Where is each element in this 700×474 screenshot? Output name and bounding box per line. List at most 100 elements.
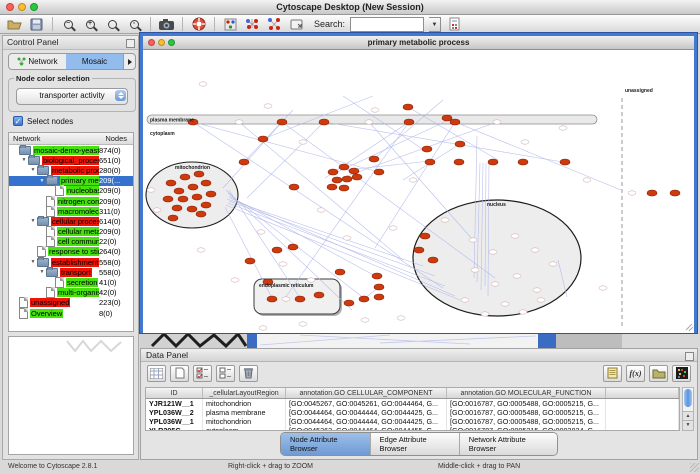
network-node-selected[interactable] xyxy=(174,188,184,194)
network-node[interactable] xyxy=(501,302,509,306)
network-node[interactable] xyxy=(365,120,373,124)
network-node[interactable] xyxy=(441,218,449,222)
table-cell[interactable]: [GO:0016787, GO:0005488, GO:0005215, G..… xyxy=(447,417,606,426)
network-node[interactable] xyxy=(491,282,499,286)
attribute-matrix-icon[interactable] xyxy=(672,365,691,382)
network-node[interactable] xyxy=(361,318,369,322)
attribute-table-icon[interactable] xyxy=(147,365,166,382)
network-node-selected[interactable] xyxy=(328,169,338,175)
network-node-selected[interactable] xyxy=(488,159,498,165)
network-node[interactable] xyxy=(513,274,521,278)
table-row[interactable]: YPL036W__2plasma membrane[GO:0044464, GO… xyxy=(146,408,679,417)
table-cell[interactable]: YLR295C xyxy=(146,426,203,431)
scroll-down-icon[interactable]: ▼ xyxy=(683,420,693,430)
vizmapper-icon[interactable] xyxy=(222,16,239,33)
network-node[interactable] xyxy=(197,248,205,252)
network-node-selected[interactable] xyxy=(428,257,438,263)
table-scrollbar[interactable]: ▲ ▼ xyxy=(682,387,694,431)
snapshot-icon[interactable] xyxy=(158,16,175,33)
network-node-selected[interactable] xyxy=(369,156,379,162)
network-canvas[interactable]: plasma membrane cytoplasm mitochondrion … xyxy=(143,50,694,333)
table-cell[interactable]: [GO:0016787, GO:0005215, GO:0003824, G..… xyxy=(447,426,606,431)
table-cell[interactable]: [GO:0045267, GO:0045261, GO:0044464, G..… xyxy=(286,399,447,409)
network-node-selected[interactable] xyxy=(194,171,204,177)
zoom-in-icon[interactable]: + xyxy=(82,16,99,33)
network-node-selected[interactable] xyxy=(201,180,211,186)
table-cell[interactable]: YPL036W__1 xyxy=(146,417,203,426)
network-node-selected[interactable] xyxy=(670,190,680,196)
network-node-selected[interactable] xyxy=(168,215,178,221)
tree-row-secretion[interactable]: secretion41(0) xyxy=(9,277,133,287)
tree-row-nitrogen-compo[interactable]: nitrogen compo209(0) xyxy=(9,196,133,206)
table-cell[interactable]: [GO:0045263, GO:0044464, GO:0044455, G..… xyxy=(286,426,447,431)
network-node-selected[interactable] xyxy=(172,205,182,211)
tree-col-nodes[interactable]: Nodes xyxy=(105,134,127,143)
network-node[interactable] xyxy=(307,278,315,282)
network-node-selected[interactable] xyxy=(339,164,349,170)
scrollbar-thumb[interactable] xyxy=(684,389,692,407)
network-node[interactable] xyxy=(371,108,379,112)
network-node-selected[interactable] xyxy=(187,206,197,212)
table-cell[interactable]: [GO:0044464, GO:0044444, GO:0044425, G..… xyxy=(286,408,447,417)
tree-row-mosaic-demo-yeast[interactable]: mosaic-demo-yeast874(0) xyxy=(9,145,133,155)
network-node-selected[interactable] xyxy=(344,300,354,306)
tab-overflow-arrow[interactable] xyxy=(123,54,135,69)
search-dropdown-button[interactable]: ▼ xyxy=(429,17,441,32)
network-node-selected[interactable] xyxy=(178,196,188,202)
network-node[interactable] xyxy=(153,208,161,212)
network-node-selected[interactable] xyxy=(403,104,413,110)
tree-header[interactable]: Network Nodes xyxy=(9,133,133,145)
network-node-selected[interactable] xyxy=(422,146,432,152)
node-color-dropdown[interactable]: transporter activity xyxy=(16,88,128,105)
network-node[interactable] xyxy=(583,178,591,182)
network-node[interactable] xyxy=(461,298,469,302)
tree-row-metabolic-process[interactable]: metabolic process280(0) xyxy=(9,165,133,175)
tab-network-attribute-browser[interactable]: Network Attribute Browser xyxy=(459,433,557,455)
select-nodes-checkbox[interactable]: ✓ xyxy=(13,116,23,126)
network-node-selected[interactable] xyxy=(289,184,299,190)
table-cell[interactable]: cytoplasm xyxy=(203,426,286,431)
search-input[interactable] xyxy=(350,17,424,32)
search-config-icon[interactable] xyxy=(446,16,463,33)
network-node-selected[interactable] xyxy=(342,176,352,182)
network-node-selected[interactable] xyxy=(258,136,268,142)
tab-edge-attribute-browser[interactable]: Edge Attribute Browser xyxy=(370,433,459,455)
network-node-selected[interactable] xyxy=(196,211,206,217)
window-titlebar[interactable]: Cytoscape Desktop (New Session) xyxy=(0,0,700,15)
network-node[interactable] xyxy=(471,268,479,272)
network-node[interactable] xyxy=(493,120,501,124)
network-node[interactable] xyxy=(549,262,557,266)
network-node[interactable] xyxy=(537,298,545,302)
network-node-selected[interactable] xyxy=(245,258,255,264)
tab-node-attribute-browser[interactable]: Node Attribute Browser xyxy=(281,433,370,455)
network-node-selected[interactable] xyxy=(192,194,202,200)
tree-row-transport[interactable]: transport558(0) xyxy=(9,267,133,277)
network-node-selected[interactable] xyxy=(239,159,249,165)
network-node[interactable] xyxy=(628,191,636,195)
network-node[interactable] xyxy=(389,226,397,230)
formula-fx-icon[interactable]: f(x) xyxy=(626,365,645,382)
network-node[interactable] xyxy=(599,286,607,290)
open-session-icon[interactable] xyxy=(6,16,23,33)
network-node[interactable] xyxy=(235,120,243,124)
tab-network[interactable]: Network xyxy=(9,54,66,69)
col-go-molecular-function[interactable]: annotation.GO MOLECULAR_FUNCTION xyxy=(447,388,606,399)
network-node[interactable] xyxy=(199,82,207,86)
zoom-out-icon[interactable]: − xyxy=(60,16,77,33)
help-lifering-icon[interactable] xyxy=(190,16,207,33)
network-node-selected[interactable] xyxy=(180,174,190,180)
network-node[interactable] xyxy=(279,262,287,266)
network-node[interactable] xyxy=(299,322,307,326)
tree-row-macromolecule[interactable]: macromolecule311(0) xyxy=(9,206,133,216)
col-cellular-layout-region[interactable]: _cellularLayoutRegion xyxy=(203,388,286,399)
network-node-selected[interactable] xyxy=(335,269,345,275)
network-node-selected[interactable] xyxy=(206,191,216,197)
delete-attribute-icon[interactable] xyxy=(239,365,258,382)
network-node-selected[interactable] xyxy=(349,168,359,174)
network-node[interactable] xyxy=(264,104,272,108)
network-node-selected[interactable] xyxy=(359,296,369,302)
network-node[interactable] xyxy=(481,312,489,316)
network-view-window[interactable]: primary metabolic process plasma membran… xyxy=(140,33,697,333)
network-merge-icon[interactable] xyxy=(244,16,261,33)
network-node-selected[interactable] xyxy=(332,177,342,183)
